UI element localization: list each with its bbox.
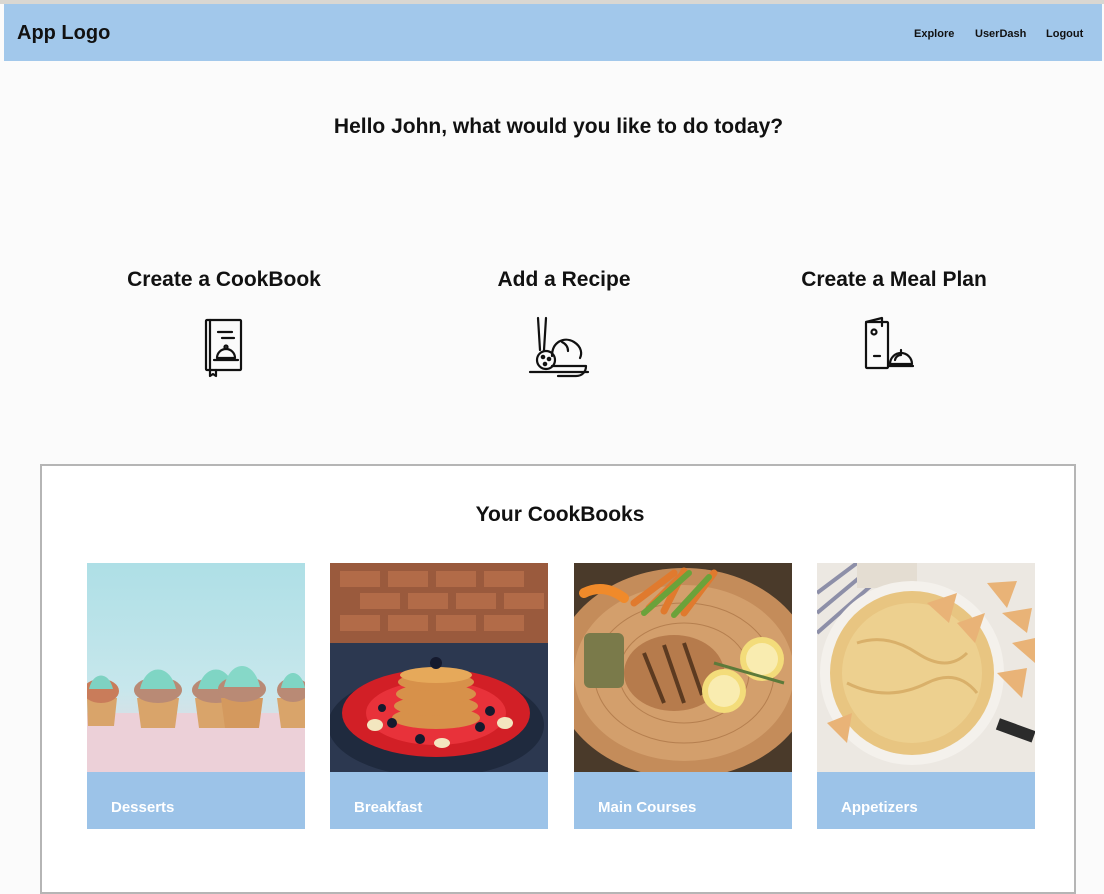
cookbook-label-appetizers[interactable]: Appetizers: [817, 772, 1035, 829]
nav-explore-link[interactable]: Explore: [914, 28, 954, 40]
cookbook-card-main-courses[interactable]: Main Courses: [574, 563, 792, 831]
cookbook-card-breakfast[interactable]: Breakfast: [330, 563, 548, 831]
desserts-cupcakes-image[interactable]: [87, 563, 305, 772]
create-meal-plan-action[interactable]: Create a Meal Plan: [734, 268, 1054, 370]
add-recipe-action[interactable]: Add a Recipe: [404, 268, 724, 378]
recipe-bowl-icon[interactable]: [528, 316, 590, 385]
cookbook-label-main-courses[interactable]: Main Courses: [574, 772, 792, 829]
app-logo[interactable]: App Logo: [17, 22, 110, 45]
breakfast-pancakes-image[interactable]: [330, 563, 548, 772]
nav-logout-link[interactable]: Logout: [1046, 28, 1083, 40]
your-cookbooks-title: Your CookBooks: [475, 503, 645, 526]
your-cookbooks-panel: Your CookBooks Desserts Breakfast Main C…: [40, 464, 1076, 894]
nav-userdash-link[interactable]: UserDash: [975, 28, 1026, 40]
add-recipe-title[interactable]: Add a Recipe: [404, 268, 724, 292]
cookbook-label-desserts[interactable]: Desserts: [87, 772, 305, 829]
cookbook-card-appetizers[interactable]: Appetizers: [817, 563, 1035, 831]
cookbook-label-breakfast[interactable]: Breakfast: [330, 772, 548, 829]
appetizers-dip-image[interactable]: [817, 563, 1035, 772]
main-courses-chicken-image[interactable]: [574, 563, 792, 772]
create-cookbook-title[interactable]: Create a CookBook: [64, 268, 384, 292]
app-header: App Logo Explore UserDash Logout: [4, 4, 1102, 61]
create-meal-plan-title[interactable]: Create a Meal Plan: [734, 268, 1054, 292]
greeting-heading: Hello John, what would you like to do to…: [333, 115, 784, 138]
cookbook-icon[interactable]: [204, 316, 246, 383]
create-cookbook-action[interactable]: Create a CookBook: [64, 268, 384, 378]
cookbook-card-desserts[interactable]: Desserts: [87, 563, 305, 831]
meal-plan-icon[interactable]: [862, 316, 915, 377]
